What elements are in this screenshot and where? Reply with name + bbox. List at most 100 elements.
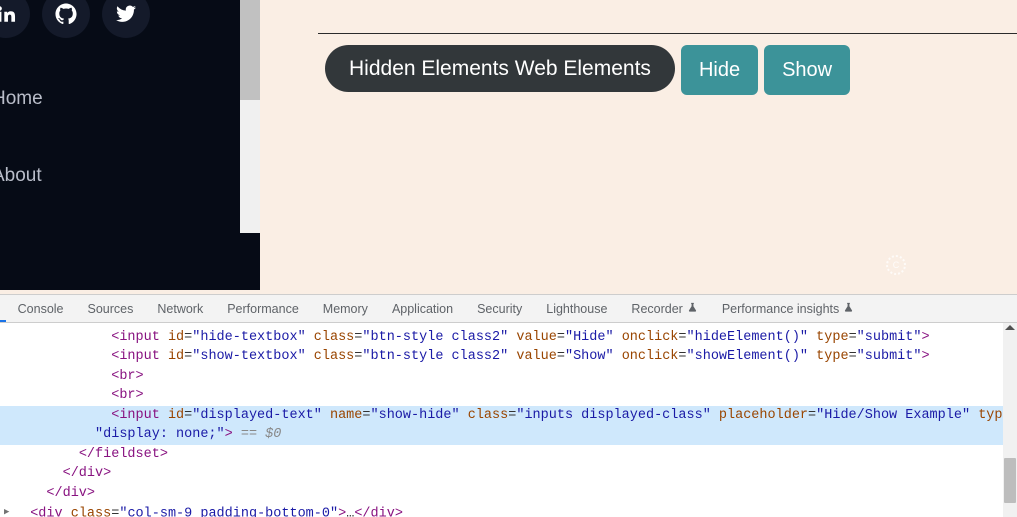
devtools-tab-console[interactable]: Console bbox=[6, 295, 76, 322]
hide-button[interactable]: Hide bbox=[681, 45, 758, 95]
twitter-icon[interactable] bbox=[102, 0, 150, 38]
page-scrollbar[interactable] bbox=[240, 0, 260, 233]
dom-token-plain: = bbox=[557, 330, 565, 345]
dom-token-tag: > bbox=[225, 427, 233, 442]
dom-token-val: "hidden-textbox" bbox=[192, 323, 322, 325]
dom-tree-line[interactable]: </div> bbox=[0, 464, 1003, 484]
indent-spacer bbox=[14, 486, 46, 501]
indent-spacer bbox=[14, 408, 111, 423]
devtools-tree-scrollbar[interactable] bbox=[1003, 323, 1017, 517]
dom-token-attr: value bbox=[516, 349, 557, 364]
loading-spinner-icon: C bbox=[886, 255, 906, 275]
devtools-tab-label: Performance insights bbox=[722, 302, 839, 316]
dom-token-attr: class bbox=[468, 408, 509, 423]
devtools-tab-application[interactable]: Application bbox=[380, 295, 465, 322]
dom-token-attr: type bbox=[816, 330, 848, 345]
indent-spacer bbox=[14, 506, 30, 517]
main-content: Hidden Elements Web Elements Hide Show C bbox=[260, 0, 1017, 294]
dom-token-tag: </div> bbox=[63, 466, 112, 481]
dom-token-eq: == bbox=[241, 427, 257, 442]
indent-spacer bbox=[14, 466, 63, 481]
dom-tree-line[interactable]: ▶ <div class="col-sm-9 padding-bottom-0"… bbox=[0, 503, 1003, 517]
devtools-tab-label: Network bbox=[157, 302, 203, 316]
dom-tree-line[interactable]: <br> bbox=[0, 367, 1003, 387]
sidebar-item-label: Home bbox=[0, 88, 43, 109]
dom-token-plain bbox=[160, 330, 168, 345]
sidebar-nav: Home About bbox=[0, 84, 232, 238]
dom-token-tag: <div bbox=[30, 506, 62, 517]
browser-window: Home About Hidden Elements Web Elements … bbox=[0, 0, 1017, 517]
dom-token-val: "showElement()" bbox=[687, 349, 809, 364]
devtools-tab-security[interactable]: Security bbox=[465, 295, 534, 322]
dom-token-val: "btn-style class2" bbox=[362, 349, 508, 364]
hidden-elements-controls: Hidden Elements Web Elements Hide Show bbox=[325, 45, 850, 95]
dom-token-attr: id bbox=[168, 349, 184, 364]
devtools-tab-lighthouse[interactable]: Lighthouse bbox=[534, 295, 619, 322]
devtools-tab-performance-insights[interactable]: Performance insights bbox=[710, 295, 866, 322]
flask-icon bbox=[687, 301, 698, 317]
dom-token-val: "btn-style class2" bbox=[362, 330, 508, 345]
devtools-elements-tree[interactable]: <input id="hidden-textbox"> <input id="h… bbox=[0, 323, 1017, 517]
flask-icon bbox=[843, 301, 854, 317]
horizontal-divider bbox=[318, 33, 1017, 34]
sidebar-item-about[interactable]: About bbox=[0, 161, 232, 191]
indent-spacer bbox=[14, 388, 111, 403]
dom-token-val: "hide-textbox" bbox=[192, 330, 305, 345]
dom-token-val: "submit" bbox=[857, 330, 922, 345]
expand-triangle-icon[interactable]: ▶ bbox=[4, 503, 14, 517]
dom-token-plain bbox=[711, 408, 719, 423]
dom-token-plain bbox=[63, 506, 71, 517]
dom-tree-line[interactable]: <input id="show-textbox" class="btn-styl… bbox=[0, 347, 1003, 367]
dom-tree-line[interactable]: <input id="displayed-text" name="show-hi… bbox=[0, 406, 1003, 426]
devtools-panel: entsConsoleSourcesNetworkPerformanceMemo… bbox=[0, 294, 1017, 517]
indent-spacer bbox=[14, 330, 111, 345]
dom-token-tag: > bbox=[921, 349, 929, 364]
dom-token-plain bbox=[970, 408, 978, 423]
dom-token-val: "show-textbox" bbox=[192, 349, 305, 364]
dom-token-attr: class bbox=[71, 506, 112, 517]
page-scrollbar-thumb[interactable] bbox=[240, 0, 260, 100]
devtools-tree-scrollbar-thumb[interactable] bbox=[1004, 458, 1016, 503]
dom-token-val: "submit" bbox=[857, 349, 922, 364]
sidebar-item-home[interactable]: Home bbox=[0, 84, 232, 114]
devtools-tab-performance[interactable]: Performance bbox=[215, 295, 311, 322]
dom-token-plain: = bbox=[849, 349, 857, 364]
devtools-tab-label: Application bbox=[392, 302, 453, 316]
devtools-tab-network[interactable]: Network bbox=[145, 295, 215, 322]
dom-token-plain: = bbox=[557, 349, 565, 364]
dom-token-attr: id bbox=[168, 323, 184, 325]
dom-token-tag: <input bbox=[111, 330, 160, 345]
dom-tree-line[interactable]: "display: none;"> == $0 bbox=[0, 425, 1003, 445]
linkedin-icon[interactable] bbox=[0, 0, 30, 38]
scroll-up-arrow-icon[interactable] bbox=[1005, 325, 1015, 330]
dom-token-plain bbox=[257, 427, 265, 442]
dom-token-plain bbox=[233, 427, 241, 442]
dom-token-tag: > bbox=[921, 330, 929, 345]
show-button[interactable]: Show bbox=[764, 45, 850, 95]
dom-tree-line[interactable]: </div> bbox=[0, 484, 1003, 504]
devtools-tab-label: Performance bbox=[227, 302, 299, 316]
devtools-tabbar: entsConsoleSourcesNetworkPerformanceMemo… bbox=[0, 295, 1017, 323]
dom-tree-line[interactable]: </fieldset> bbox=[0, 445, 1003, 465]
dom-tree-line[interactable]: <br> bbox=[0, 386, 1003, 406]
dom-token-attr: class bbox=[314, 349, 355, 364]
devtools-tab-label: Sources bbox=[88, 302, 134, 316]
dom-token-plain bbox=[306, 349, 314, 364]
page-viewport: Home About Hidden Elements Web Elements … bbox=[0, 0, 1017, 294]
github-icon[interactable] bbox=[42, 0, 90, 38]
dom-token-attr: value bbox=[516, 330, 557, 345]
social-links bbox=[0, 0, 150, 38]
devtools-tab-sources[interactable]: Sources bbox=[76, 295, 146, 322]
dom-tree-line[interactable]: <input id="hide-textbox" class="btn-styl… bbox=[0, 328, 1003, 348]
dom-token-val: "Hide" bbox=[565, 330, 614, 345]
devtools-tab-recorder[interactable]: Recorder bbox=[619, 295, 709, 322]
hidden-elements-title-pill[interactable]: Hidden Elements Web Elements bbox=[325, 45, 675, 92]
devtools-tab-label: Console bbox=[18, 302, 64, 316]
dom-token-tag: </fieldset> bbox=[79, 447, 168, 462]
dom-token-val: "displayed-text" bbox=[192, 408, 322, 423]
dom-token-plain bbox=[614, 349, 622, 364]
dom-token-attr: onclick bbox=[622, 349, 679, 364]
devtools-tab-memory[interactable]: Memory bbox=[311, 295, 380, 322]
dom-token-attr: placeholder bbox=[719, 408, 808, 423]
dom-token-tag: </div> bbox=[354, 506, 403, 517]
